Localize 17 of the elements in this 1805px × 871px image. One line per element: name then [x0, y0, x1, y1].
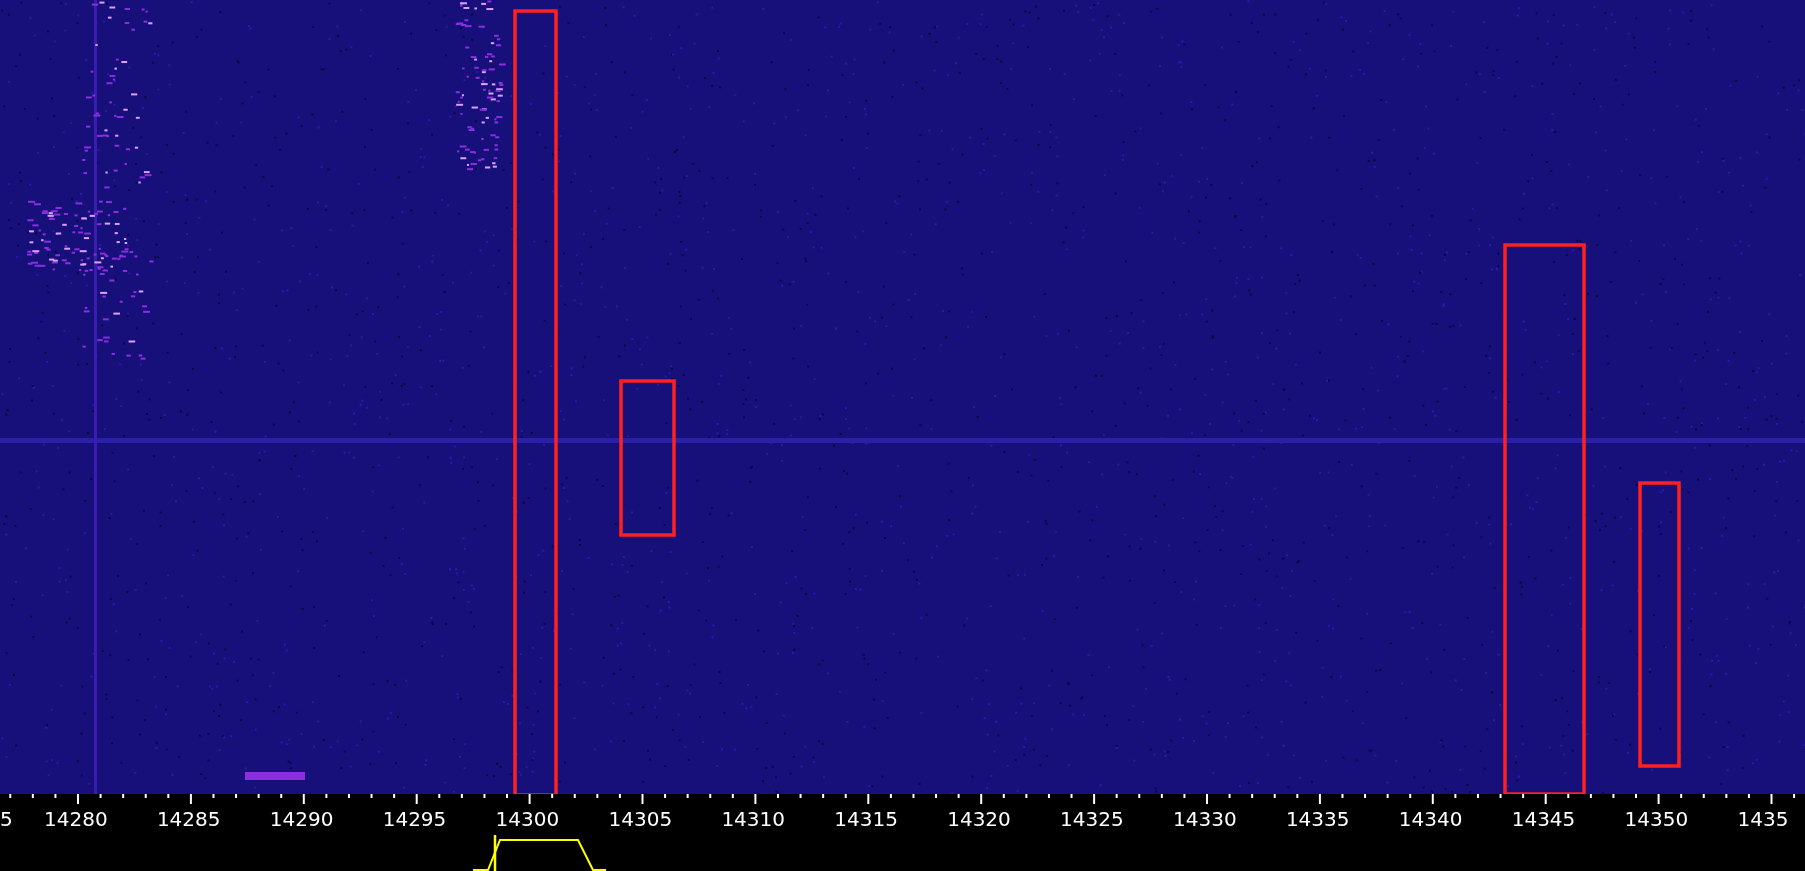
frequency-label: 14330: [1173, 808, 1237, 830]
frequency-label: 14285: [156, 808, 221, 830]
frequency-label: 14310: [721, 808, 785, 830]
frequency-label: 14315: [834, 808, 898, 830]
frequency-label: 5: [0, 808, 13, 830]
frequency-label: 14340: [1398, 808, 1463, 830]
frequency-label: 1435: [1737, 808, 1789, 830]
frequency-label: 14335: [1285, 808, 1350, 830]
frequency-label: 14345: [1511, 808, 1576, 830]
frequency-label: 14325: [1060, 808, 1124, 830]
frequency-label: 14295: [382, 808, 447, 830]
frequency-label: 14320: [947, 808, 1011, 830]
frequency-label: 14280: [44, 808, 108, 830]
frequency-label: 14290: [269, 808, 334, 830]
frequency-label: 14350: [1624, 808, 1689, 830]
frequency-label: 14305: [608, 808, 673, 830]
frequency-label: 14300: [495, 808, 560, 830]
